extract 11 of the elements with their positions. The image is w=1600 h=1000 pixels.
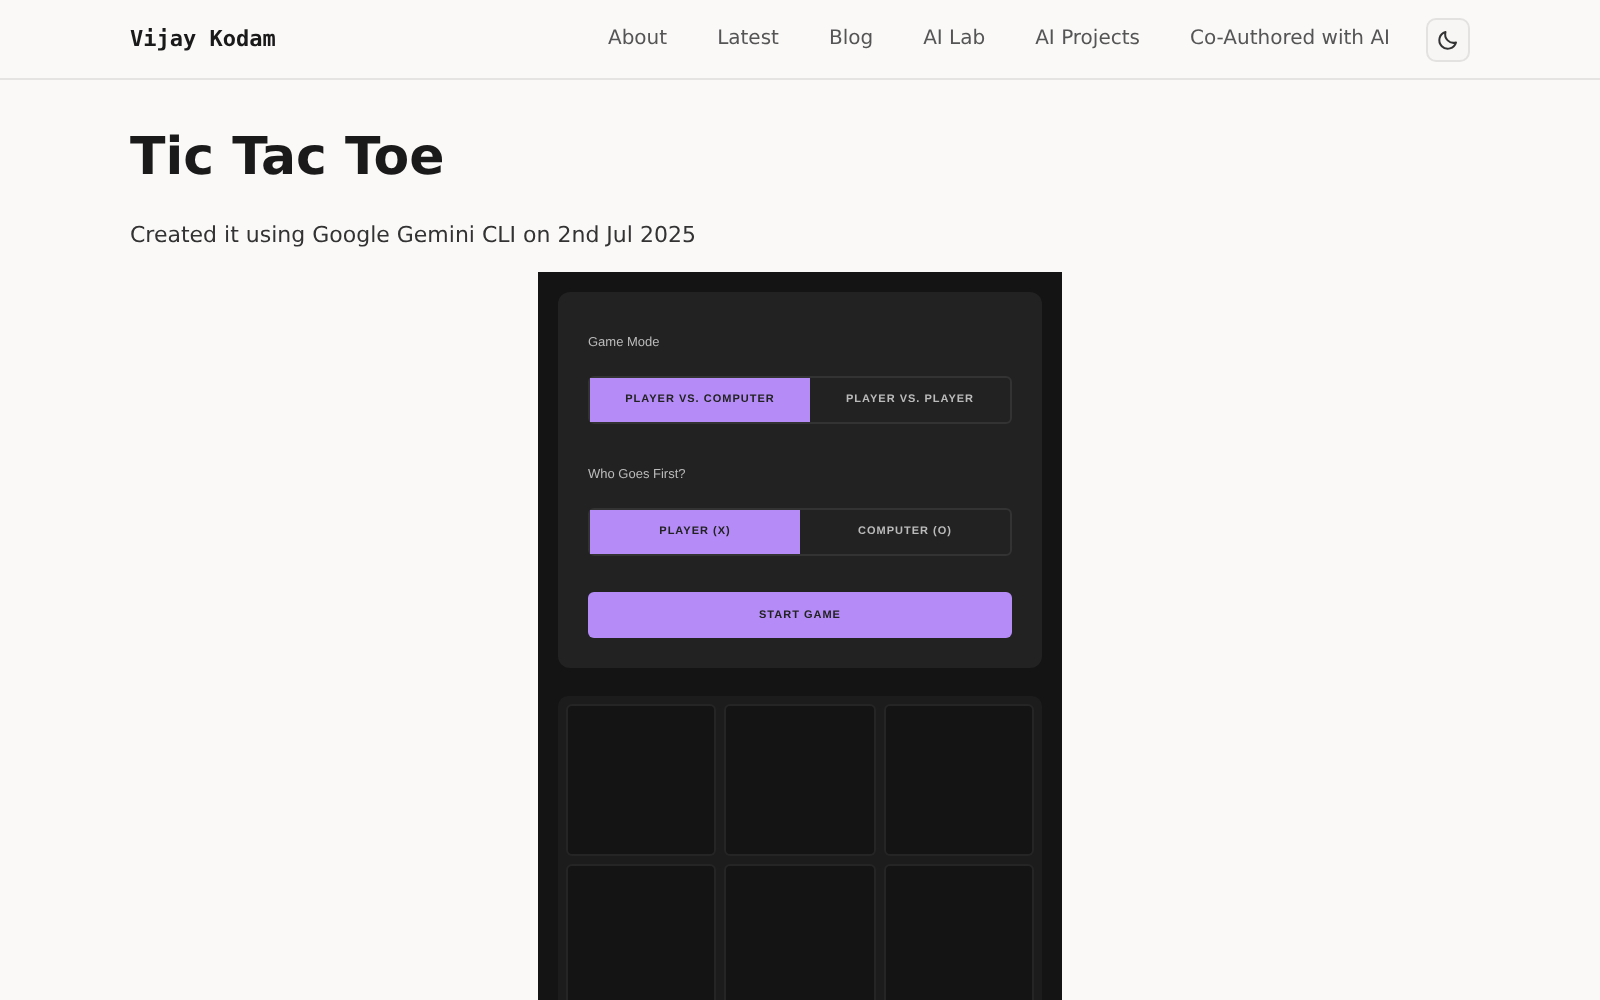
page-subtitle: Created it using Google Gemini CLI on 2nd Jul 2025	[130, 222, 698, 248]
theme-toggle-button[interactable]	[1426, 17, 1470, 61]
nav-link[interactable]: Latest	[717, 28, 779, 50]
nav-link[interactable]: Co-Authored with AI	[1190, 28, 1390, 50]
nav-link[interactable]: About	[607, 28, 668, 50]
nav-link[interactable]: AI Projects	[1035, 28, 1140, 50]
nav-link[interactable]: Blog	[828, 28, 874, 50]
site-title[interactable]: Vijay Kodam	[130, 26, 276, 52]
moon-icon	[1436, 27, 1460, 51]
nav-link[interactable]: AI Lab	[923, 28, 986, 50]
page-title: Tic Tac Toe	[130, 126, 447, 192]
